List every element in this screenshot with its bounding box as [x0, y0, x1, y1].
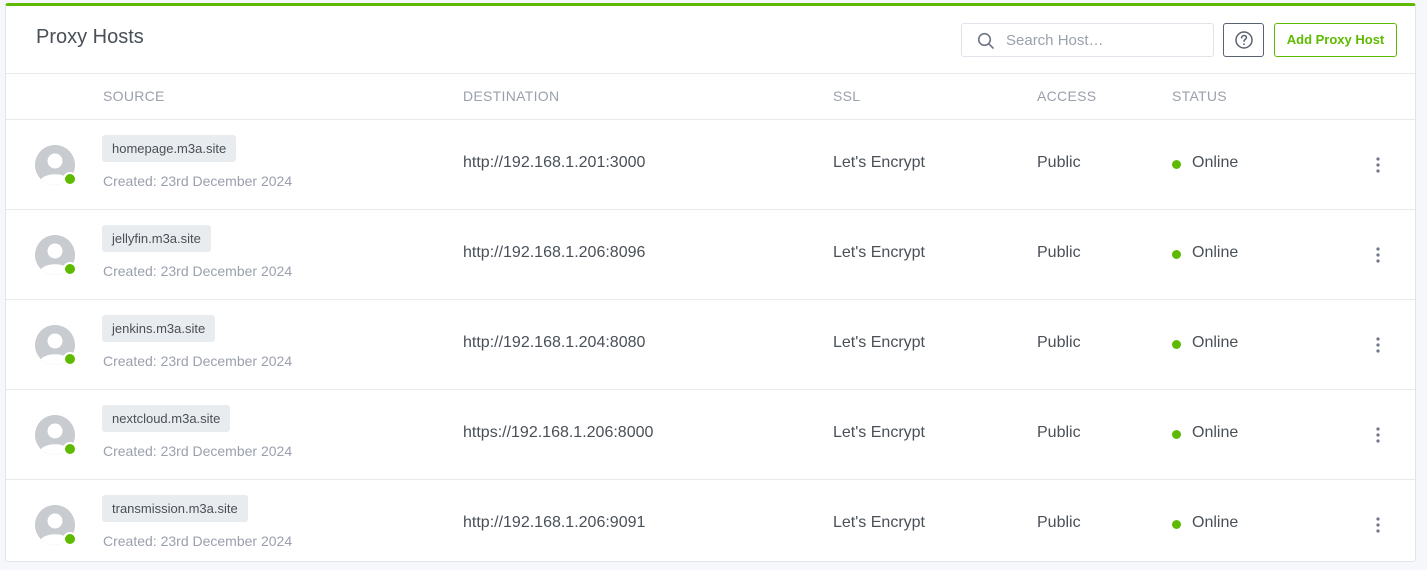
access-cell: Public [1037, 514, 1081, 531]
access-cell: Public [1037, 334, 1081, 351]
ssl-cell: Let's Encrypt [833, 244, 925, 261]
domain-badge[interactable]: jellyfin.m3a.site [102, 225, 211, 252]
avatar-online-indicator [63, 442, 77, 456]
status-cell: Online [1192, 514, 1239, 531]
column-header-destination: DESTINATION [463, 88, 560, 104]
created-date: Created: 23rd December 2024 [103, 353, 293, 369]
row-menu-button[interactable] [1368, 424, 1388, 446]
search-box[interactable] [961, 23, 1214, 57]
status-cell: Online [1192, 424, 1239, 441]
destination-cell: http://192.168.1.206:9091 [463, 514, 646, 531]
domain-badge[interactable]: transmission.m3a.site [102, 495, 248, 522]
more-vertical-icon [1376, 427, 1380, 443]
table-row: transmission.m3a.site Created: 23rd Dece… [6, 480, 1415, 569]
table-body: homepage.m3a.site Created: 23rd December… [6, 120, 1415, 569]
ssl-cell: Let's Encrypt [833, 154, 925, 171]
domain-badge[interactable]: jenkins.m3a.site [102, 315, 216, 342]
table-row: jenkins.m3a.site Created: 23rd December … [6, 300, 1415, 390]
created-date: Created: 23rd December 2024 [103, 533, 293, 549]
access-cell: Public [1037, 154, 1081, 171]
table-row: jellyfin.m3a.site Created: 23rd December… [6, 210, 1415, 300]
search-icon [977, 32, 994, 49]
add-proxy-host-button[interactable]: Add Proxy Host [1274, 23, 1397, 57]
status-dot [1172, 250, 1181, 259]
status-dot [1172, 520, 1181, 529]
status-cell: Online [1192, 244, 1239, 261]
row-menu-button[interactable] [1368, 154, 1388, 176]
destination-cell: http://192.168.1.204:8080 [463, 334, 646, 351]
created-date: Created: 23rd December 2024 [103, 263, 293, 279]
page-title: Proxy Hosts [36, 26, 144, 48]
column-header-source: SOURCE [103, 88, 165, 104]
row-menu-button[interactable] [1368, 334, 1388, 356]
status-dot [1172, 160, 1181, 169]
table-row: homepage.m3a.site Created: 23rd December… [6, 120, 1415, 210]
avatar-online-indicator [63, 262, 77, 276]
created-date: Created: 23rd December 2024 [103, 173, 293, 189]
proxy-hosts-card: Proxy Hosts Add Proxy Host SOURCE DESTIN… [5, 3, 1416, 562]
destination-cell: http://192.168.1.201:3000 [463, 154, 646, 171]
access-cell: Public [1037, 424, 1081, 441]
row-menu-button[interactable] [1368, 514, 1388, 536]
column-header-access: ACCESS [1037, 88, 1097, 104]
ssl-cell: Let's Encrypt [833, 514, 925, 531]
status-cell: Online [1192, 334, 1239, 351]
domain-badge[interactable]: homepage.m3a.site [102, 135, 237, 162]
row-menu-button[interactable] [1368, 244, 1388, 266]
avatar-online-indicator [63, 532, 77, 546]
more-vertical-icon [1376, 247, 1380, 263]
more-vertical-icon [1376, 517, 1380, 533]
access-cell: Public [1037, 244, 1081, 261]
ssl-cell: Let's Encrypt [833, 424, 925, 441]
avatar-online-indicator [63, 352, 77, 366]
destination-cell: https://192.168.1.206:8000 [463, 424, 654, 441]
status-dot [1172, 340, 1181, 349]
more-vertical-icon [1376, 337, 1380, 353]
status-dot [1172, 430, 1181, 439]
column-header-status: STATUS [1172, 88, 1227, 104]
card-header: Proxy Hosts Add Proxy Host [6, 6, 1415, 74]
search-input[interactable] [1006, 24, 1206, 56]
avatar-online-indicator [63, 172, 77, 186]
status-cell: Online [1192, 154, 1239, 171]
help-button[interactable] [1223, 23, 1264, 57]
ssl-cell: Let's Encrypt [833, 334, 925, 351]
table-header: SOURCE DESTINATION SSL ACCESS STATUS [6, 74, 1415, 120]
more-vertical-icon [1376, 157, 1380, 173]
help-circle-icon [1234, 31, 1253, 49]
domain-badge[interactable]: nextcloud.m3a.site [102, 405, 231, 432]
column-header-ssl: SSL [833, 88, 861, 104]
destination-cell: http://192.168.1.206:8096 [463, 244, 646, 261]
created-date: Created: 23rd December 2024 [103, 443, 293, 459]
table-row: nextcloud.m3a.site Created: 23rd Decembe… [6, 390, 1415, 480]
